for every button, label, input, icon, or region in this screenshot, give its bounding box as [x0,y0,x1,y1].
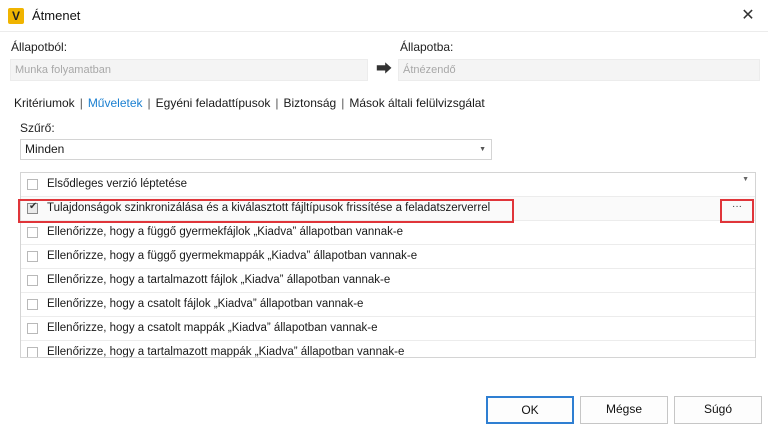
help-button[interactable]: Súgó [674,396,762,424]
arrow-right-icon: ⮕ [376,61,393,78]
list-item-label: Elsődleges verzió léptetése [47,178,187,190]
tab-separator: | [275,96,279,110]
filter-label: Szűrő: [20,121,55,135]
checkbox[interactable] [27,251,38,262]
tab-actions[interactable]: Műveletek [88,96,143,110]
checkbox[interactable] [27,323,38,334]
checkbox[interactable] [27,275,38,286]
list-item[interactable]: Ellenőrizze, hogy a függő gyermekmappák … [21,245,755,269]
highlight-box-row [18,199,514,223]
close-icon[interactable]: ✕ [736,4,760,28]
tab-peer-review[interactable]: Mások általi felülvizsgálat [349,96,484,110]
list-item[interactable]: Ellenőrizze, hogy a függő gyermekfájlok … [21,221,755,245]
checkbox[interactable] [27,299,38,310]
filter-select[interactable]: Minden ▼ [20,139,492,160]
list-item[interactable]: Ellenőrizze, hogy a csatolt fájlok „Kiad… [21,293,755,317]
list-item[interactable]: Ellenőrizze, hogy a tartalmazott mappák … [21,341,755,358]
checkbox[interactable] [27,179,38,190]
list-item-label: Ellenőrizze, hogy a függő gyermekfájlok … [47,226,404,238]
cancel-button[interactable]: Mégse [580,396,668,424]
from-state-label: Állapotból: [11,40,68,54]
list-item[interactable]: Ellenőrizze, hogy a csatolt mappák „Kiad… [21,317,755,341]
tab-separator: | [79,96,83,110]
list-item-label: Ellenőrizze, hogy a tartalmazott mappák … [47,346,405,358]
to-state-label: Állapotba: [400,40,454,54]
window-title: Átmenet [32,8,81,23]
tab-criteria[interactable]: Kritériumok [14,96,75,110]
list-item-label: Ellenőrizze, hogy a függő gyermekmappák … [47,250,418,262]
list-item-label: Ellenőrizze, hogy a csatolt fájlok „Kiad… [47,298,364,310]
tab-custom-task-types[interactable]: Egyéni feladattípusok [156,96,271,110]
app-logo-icon: V [8,8,24,24]
title-bar: V Átmenet ✕ [0,0,768,32]
tab-security[interactable]: Biztonság [284,96,337,110]
checkbox[interactable] [27,347,38,357]
chevron-down-icon[interactable]: ▼ [742,176,749,183]
to-state-field: Átnézendő [398,59,760,81]
tab-bar: Kritériumok | Műveletek | Egyéni feladattípu… [14,96,485,110]
list-item[interactable]: Ellenőrizze, hogy a tartalmazott fájlok … [21,269,755,293]
ok-button[interactable]: OK [486,396,574,424]
from-state-field: Munka folyamatban [10,59,368,81]
list-item-label: Ellenőrizze, hogy a tartalmazott fájlok … [47,274,391,286]
filter-value: Minden [25,142,65,156]
list-item[interactable]: Elsődleges verzió léptetése ▼ [21,173,755,197]
chevron-down-icon: ▼ [479,146,486,153]
tab-separator: | [341,96,345,110]
checkbox[interactable] [27,227,38,238]
list-item-label: Ellenőrizze, hogy a csatolt mappák „Kiad… [47,322,378,334]
highlight-box-ellipsis [720,199,754,223]
tab-separator: | [147,96,151,110]
